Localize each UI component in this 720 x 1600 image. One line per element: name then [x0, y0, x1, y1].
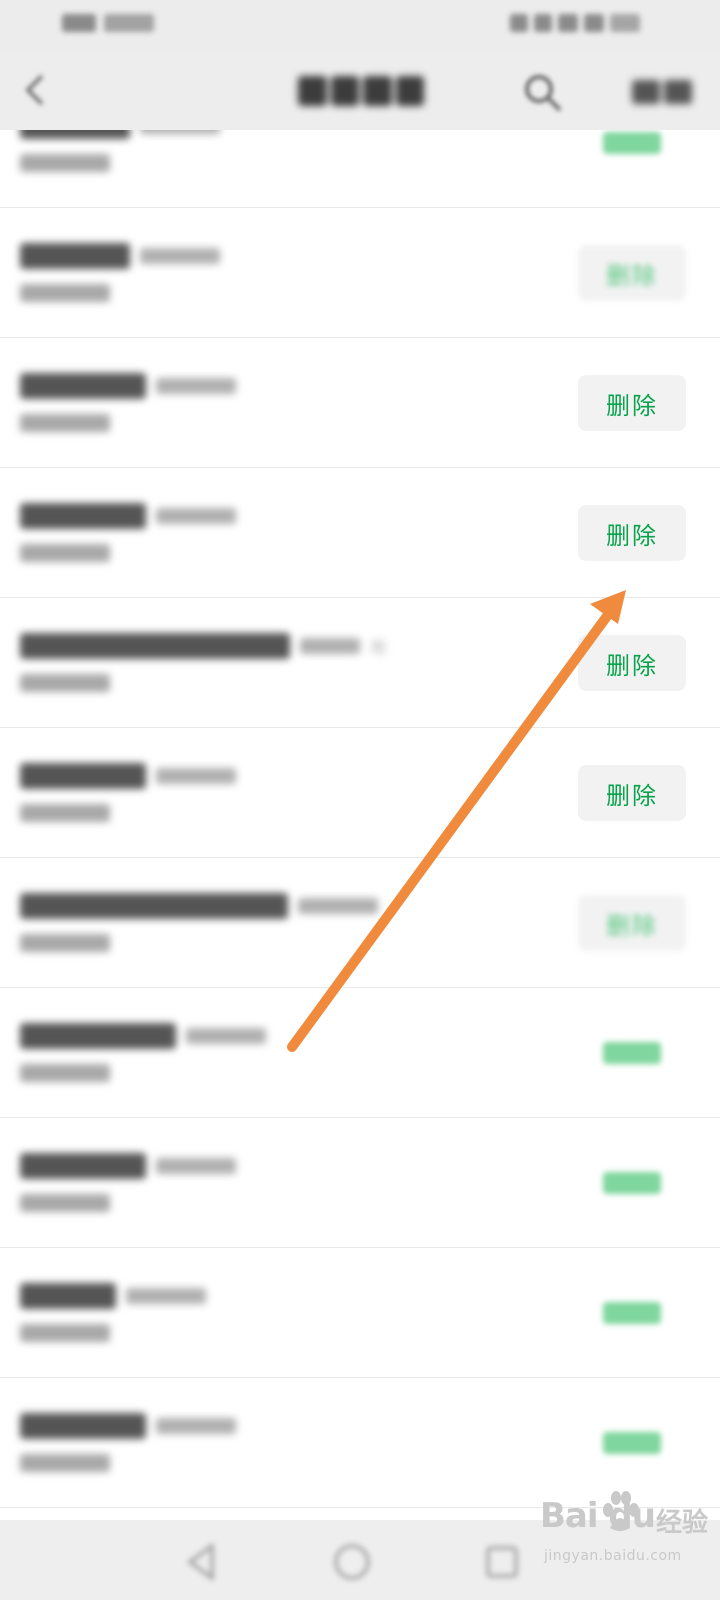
list-item: 用 删除	[0, 598, 720, 728]
status-bar	[0, 0, 720, 50]
delete-button[interactable]	[578, 1285, 686, 1341]
search-icon[interactable]	[520, 70, 564, 114]
wifi-icon	[534, 14, 552, 32]
watermark-url: jingyan.baidu.com	[544, 1548, 682, 1564]
battery-icon	[610, 14, 640, 32]
square-recent-icon[interactable]	[480, 1540, 524, 1584]
item-text	[20, 130, 220, 172]
baidu-watermark: Bai du 经验 jingyan.baidu.com	[540, 1490, 712, 1580]
list-item	[0, 988, 720, 1118]
status-bar-right	[510, 14, 640, 32]
list-item	[0, 1118, 720, 1248]
watermark-suffix: 经验	[656, 1508, 709, 1538]
delete-button[interactable]: 删除	[578, 635, 686, 691]
triangle-back-icon[interactable]	[180, 1540, 224, 1584]
item-tag: 用	[370, 638, 387, 657]
watermark-brand: Bai du	[540, 1496, 656, 1536]
delete-button[interactable]	[578, 130, 686, 171]
list-item	[0, 1248, 720, 1378]
network-icon	[558, 14, 578, 32]
delete-button[interactable]: 删除	[578, 895, 686, 951]
list-item: 删除	[0, 338, 720, 468]
item-text	[20, 1148, 236, 1212]
status-text	[104, 14, 154, 32]
delete-button[interactable]: 删除	[578, 505, 686, 561]
done-button[interactable]	[632, 80, 692, 104]
item-text	[20, 368, 236, 432]
signal-bars-icon	[584, 14, 604, 32]
item-text	[20, 758, 236, 822]
item-text	[20, 1018, 266, 1082]
delete-button[interactable]	[578, 1415, 686, 1471]
delete-button[interactable]	[578, 1155, 686, 1211]
nav-bar	[0, 50, 720, 130]
list-item	[0, 130, 720, 208]
delete-button[interactable]: 删除	[578, 245, 686, 301]
list-item	[0, 1378, 720, 1508]
item-text	[20, 1408, 236, 1472]
page-title	[298, 76, 424, 106]
item-text	[20, 1278, 206, 1342]
item-text	[20, 238, 220, 302]
delete-button[interactable]: 删除	[578, 375, 686, 431]
item-list: 删除 删除 删除 用 删除 删除 删除	[0, 130, 720, 1520]
list-item: 删除	[0, 858, 720, 988]
delete-button[interactable]	[578, 1025, 686, 1081]
item-text: 用	[20, 628, 386, 692]
item-text	[20, 888, 378, 952]
list-item: 删除	[0, 468, 720, 598]
delete-button[interactable]: 删除	[578, 765, 686, 821]
list-item: 删除	[0, 208, 720, 338]
signal-icon	[62, 14, 96, 32]
item-text	[20, 498, 236, 562]
alarm-icon	[510, 14, 528, 32]
status-bar-left	[62, 14, 154, 32]
chevron-left-icon[interactable]	[16, 70, 56, 110]
list-item: 删除	[0, 728, 720, 858]
circle-home-icon[interactable]	[330, 1540, 374, 1584]
